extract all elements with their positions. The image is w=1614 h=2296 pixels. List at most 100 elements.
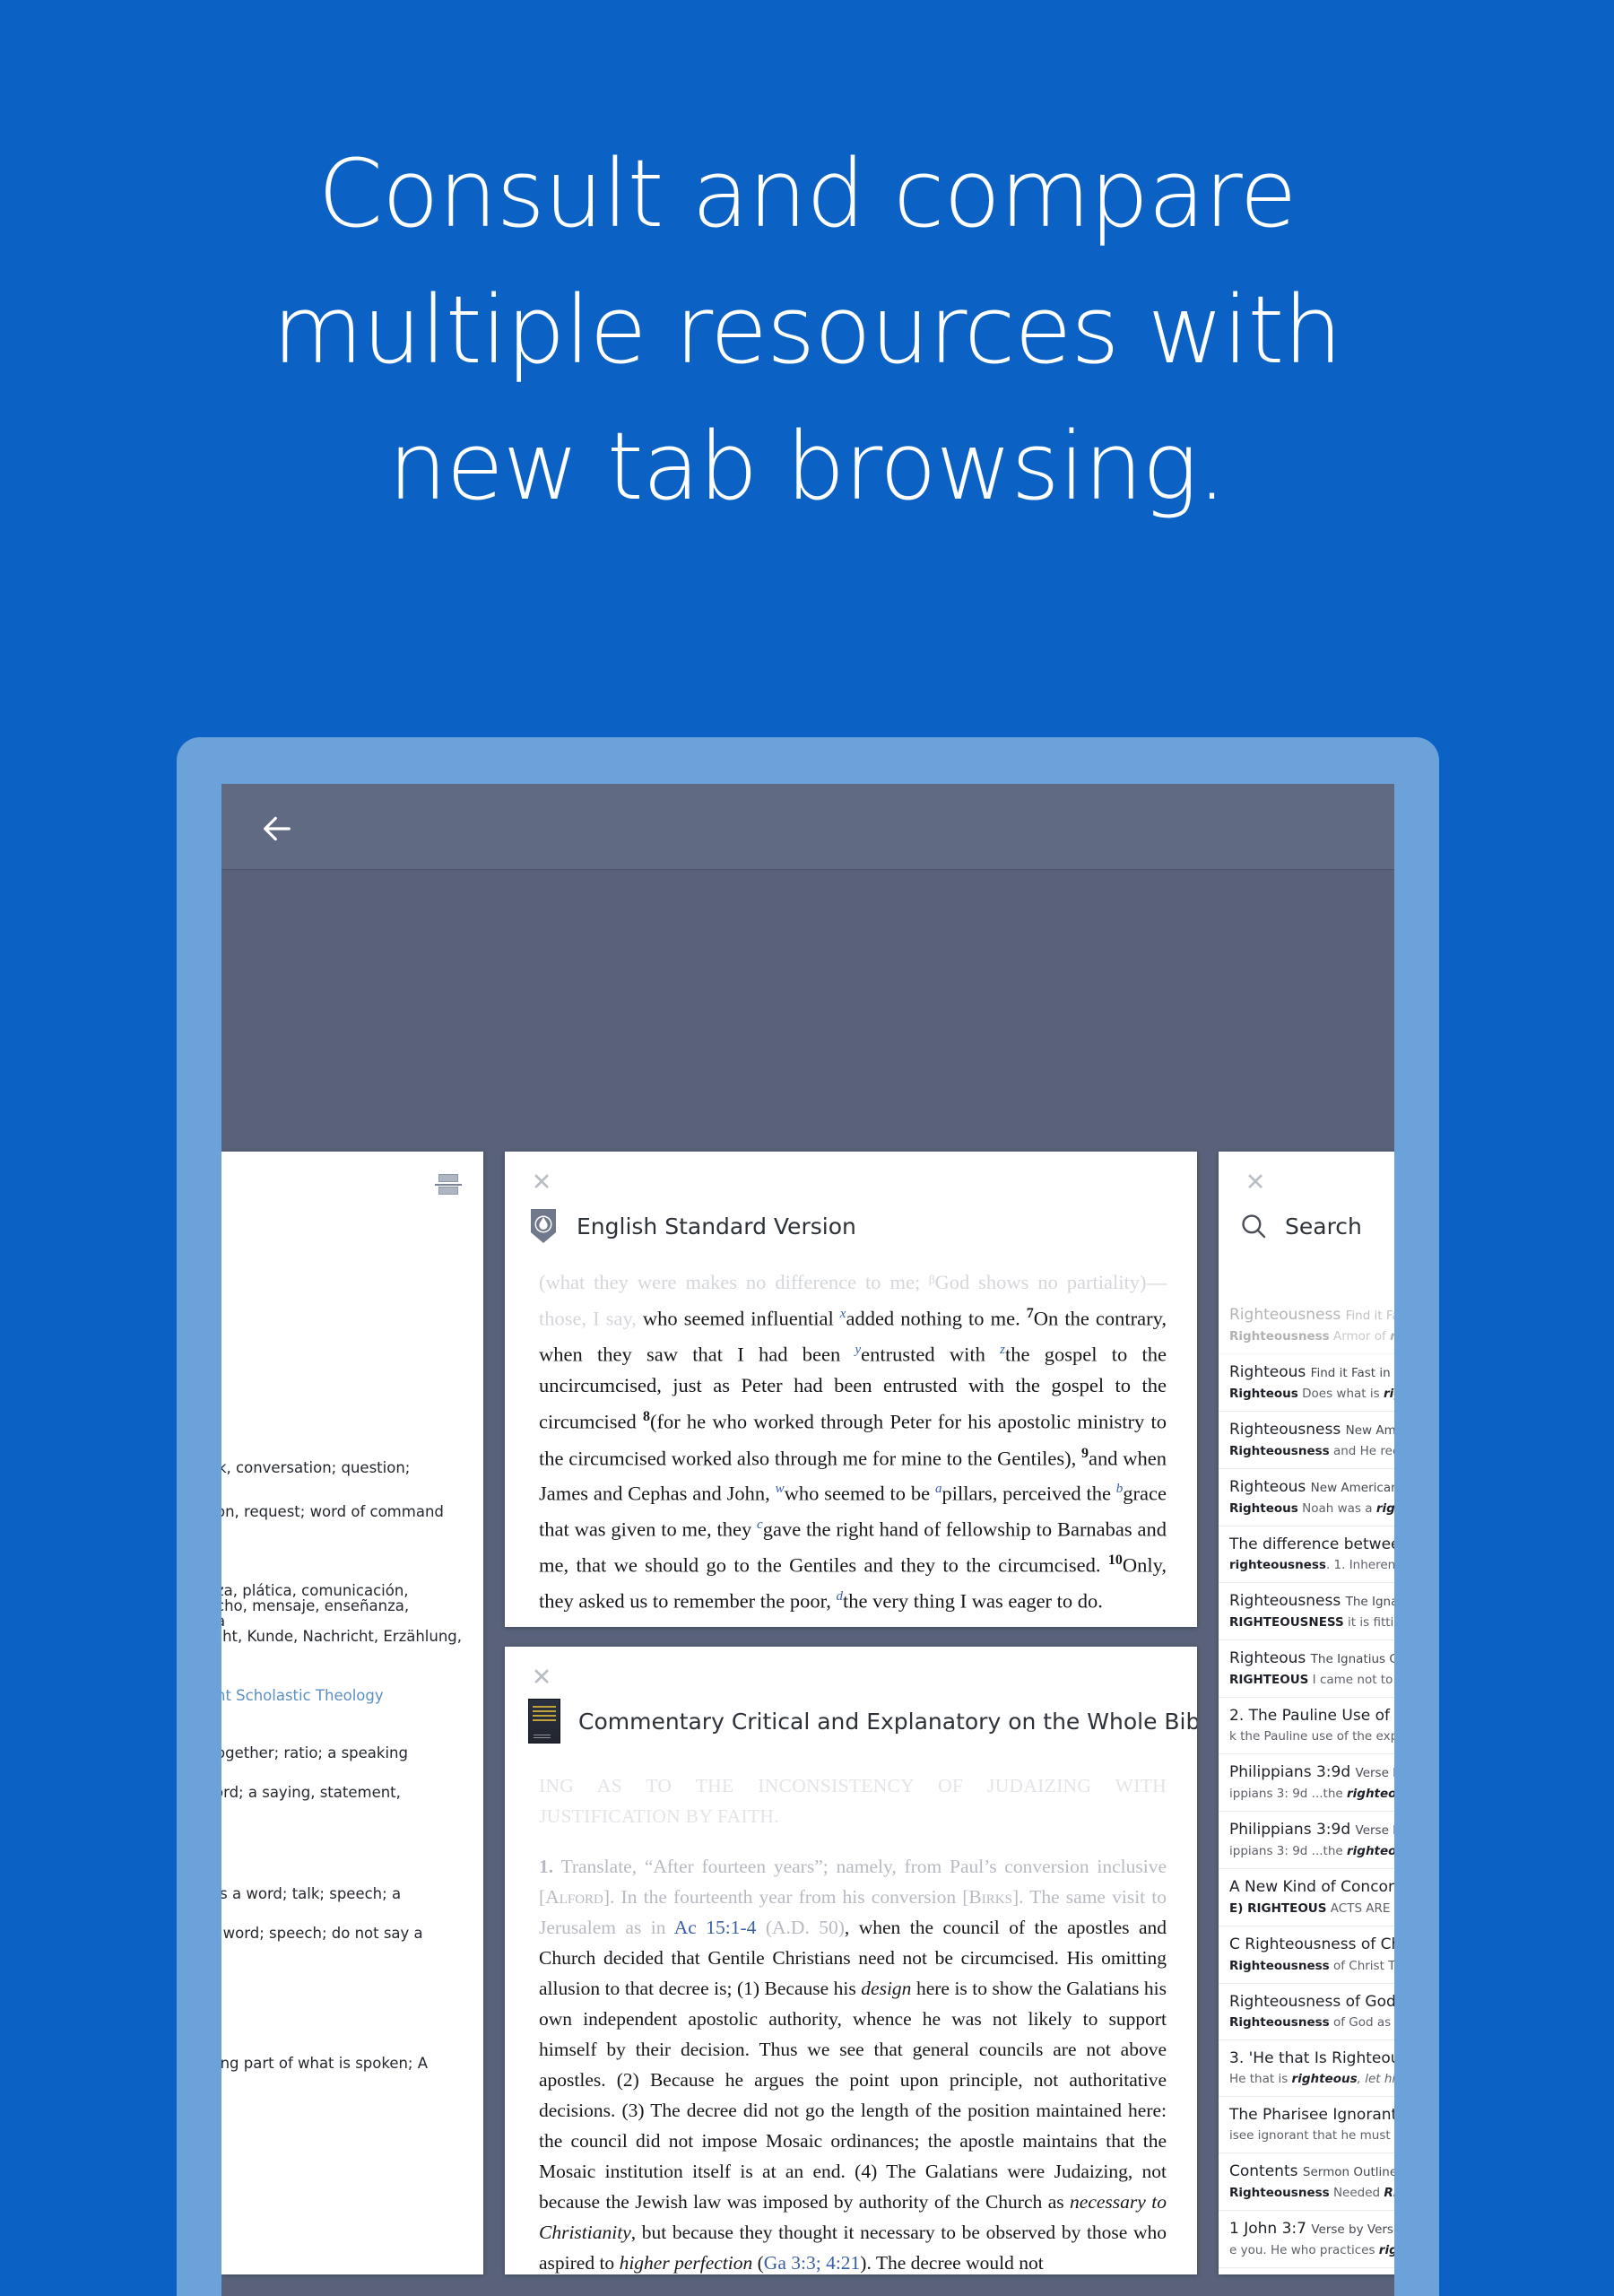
search-result-title: A New Kind of Concordance Find bbox=[1229, 1878, 1394, 1896]
search-result-item[interactable]: The difference between inherent righteous… bbox=[1219, 1526, 1394, 1583]
lexicon-line: cho, mensaje, enseñanza, bbox=[221, 1597, 410, 1614]
search-icon bbox=[1238, 1211, 1269, 1241]
footnote-marker[interactable]: w bbox=[776, 1482, 785, 1496]
faded-text: (what they were makes no difference to m… bbox=[539, 1271, 1167, 1330]
search-result-title: 3. 'He that Is Righteous, Let Him bbox=[1229, 2049, 1394, 2067]
lexicon-line: on, request; word of command bbox=[221, 1503, 444, 1520]
lexicon-line: es a word; talk; speech; a bbox=[221, 1885, 402, 1902]
search-result-item[interactable]: 2. The Pauline Use of the Expres k the Pa… bbox=[1219, 1698, 1394, 1754]
search-result-source: Verse by Verse throu bbox=[1355, 1823, 1394, 1838]
footnote-marker[interactable]: b bbox=[1116, 1482, 1124, 1496]
search-result-source: Verse by Verse bbox=[1355, 1766, 1394, 1780]
tab-workspace: k, conversation; question; on, request; w… bbox=[221, 871, 1394, 2296]
search-result-title: Righteous The Ignatius Catholic Study bbox=[1229, 1648, 1394, 1669]
search-result-item[interactable]: Righteousness The Ignatius Catholic RIGHT… bbox=[1219, 1583, 1394, 1640]
search-result-snippet: Righteousness Armor of righteousnes bbox=[1229, 1329, 1394, 1344]
search-result-title: Righteousness New American Stand bbox=[1229, 1420, 1394, 1440]
commentary-book-icon bbox=[528, 1699, 560, 1744]
search-result-item[interactable]: The Pharisee Ignorant that He M isee igno… bbox=[1219, 2097, 1394, 2153]
search-card[interactable]: ✕ Search Righteousness Find it Fast in t… bbox=[1219, 1152, 1394, 2274]
search-result-snippet: RIGHTEOUS I came not to call the righ bbox=[1229, 1673, 1394, 1687]
search-result-item[interactable]: Righteous New American Standard Up Righte… bbox=[1219, 1469, 1394, 1526]
search-result-title: Righteousness The Ignatius Catholic bbox=[1229, 1591, 1394, 1612]
footnote-marker[interactable]: a bbox=[935, 1482, 942, 1496]
search-result-title: Philippians 3:9d Verse by Verse bbox=[1229, 1762, 1394, 1783]
search-result-snippet: Righteous Does what is righteous God bbox=[1229, 1387, 1394, 1401]
lexicon-body: k, conversation; question; on, request; w… bbox=[221, 1152, 483, 2274]
search-result-source: Sermon Outlines on the Epist bbox=[1302, 2165, 1394, 2179]
search-result-item[interactable]: Philippians 3:9d Verse by Verse throu ipp… bbox=[1219, 1812, 1394, 1869]
esv-card[interactable]: ✕ English Standard Version (what they we… bbox=[505, 1152, 1197, 1627]
commentary-card-title: Commentary Critical and Explanatory on t… bbox=[578, 1708, 1197, 1735]
search-result-item[interactable]: Righteousness Find it Fast in the Bible R… bbox=[1219, 1297, 1394, 1354]
lexicon-line: nt Scholastic Theology bbox=[221, 1687, 384, 1704]
lexicon-line: k, conversation; question; bbox=[221, 1459, 411, 1476]
search-result-snippet: Righteousness of Christ The righteous bbox=[1229, 1959, 1394, 1973]
search-result-snippet: Righteousness Needed Righteousness bbox=[1229, 2186, 1394, 2200]
search-result-snippet: RIGHTEOUSNESS it is fitting for us to f bbox=[1229, 1615, 1394, 1630]
search-result-item[interactable]: Philippians 3:9d Verse by Verse ippians 3… bbox=[1219, 1754, 1394, 1812]
search-result-item[interactable]: Contents Sermon Outlines on the Epist Rig… bbox=[1219, 2153, 1394, 2211]
headline-line-1: Consult and compare bbox=[317, 139, 1297, 248]
lexicon-line: ord; a saying, statement, bbox=[221, 1784, 401, 1801]
search-label: Search bbox=[1285, 1213, 1362, 1239]
search-result-item[interactable]: Righteousness of God as The A Righteousne… bbox=[1219, 1984, 1394, 2040]
search-result-title: 2. The Pauline Use of the Expres bbox=[1229, 1707, 1394, 1725]
footnote-marker[interactable]: x bbox=[840, 1307, 846, 1321]
ghost-heading: ING AS TO THE INCONSISTENCY OF JUDAIZING… bbox=[539, 1775, 1167, 1827]
esv-card-header: English Standard Version bbox=[505, 1198, 1197, 1254]
tablet-device-frame: k, conversation; question; on, request; w… bbox=[177, 737, 1439, 2296]
search-result-item[interactable]: 1 John 3:7 Verse by Verse through the e y… bbox=[1219, 2211, 1394, 2268]
search-result-item[interactable]: 1 John 3:7 Verse by Versee you. He who p… bbox=[1219, 2268, 1394, 2274]
lexicon-line: ing part of what is spoken; A bbox=[221, 2055, 429, 2072]
verse-number: 7 bbox=[1026, 1306, 1034, 1321]
back-button[interactable] bbox=[256, 807, 299, 850]
search-result-snippet: Righteousness and He reckoned it to h bbox=[1229, 1444, 1394, 1458]
close-icon[interactable]: ✕ bbox=[1242, 1170, 1269, 1196]
scripture-reference-link[interactable]: Ac 15:1-4 bbox=[674, 1917, 757, 1938]
search-result-snippet: ippians 3: 9d ...the righteousness whic bbox=[1229, 1787, 1394, 1801]
close-icon[interactable]: ✕ bbox=[528, 1170, 555, 1196]
search-result-item[interactable]: 3. 'He that Is Righteous, Let Him He that… bbox=[1219, 2040, 1394, 2097]
search-result-snippet: Righteousness of God as The Act by W bbox=[1229, 2015, 1394, 2030]
search-card-header[interactable]: Search bbox=[1219, 1198, 1394, 1254]
search-result-source: New American Stand bbox=[1345, 1423, 1394, 1438]
search-result-source: Find it Fast in the Bible bbox=[1345, 1309, 1394, 1323]
search-result-item[interactable]: Righteous Find it Fast in the Bible Right… bbox=[1219, 1354, 1394, 1412]
verse-number: 8 bbox=[642, 1409, 650, 1424]
search-result-title: Philippians 3:9d Verse by Verse throu bbox=[1229, 1820, 1394, 1840]
esv-scripture-text: (what they were makes no difference to m… bbox=[539, 1271, 1167, 1612]
search-result-item[interactable]: A New Kind of Concordance Find E) RIGHTEO… bbox=[1219, 1869, 1394, 1926]
footnote-marker[interactable]: d bbox=[837, 1589, 844, 1604]
scripture-reference-link[interactable]: Ga 3:3; 4:21 bbox=[764, 2252, 861, 2274]
search-result-title: The Pharisee Ignorant that He M bbox=[1229, 2106, 1394, 2124]
commentary-card-header: Commentary Critical and Explanatory on t… bbox=[505, 1693, 1197, 1749]
tablet-screen: k, conversation; question; on, request; w… bbox=[221, 784, 1394, 2296]
search-result-item[interactable]: Righteous The Ignatius Catholic Study RIG… bbox=[1219, 1640, 1394, 1698]
search-result-item[interactable]: Righteousness New American Stand Righteou… bbox=[1219, 1412, 1394, 1469]
close-icon[interactable]: ✕ bbox=[528, 1665, 555, 1692]
footnote-marker[interactable]: c bbox=[757, 1518, 763, 1532]
footnote-marker[interactable]: z bbox=[1000, 1343, 1005, 1357]
lexicon-card[interactable]: k, conversation; question; on, request; w… bbox=[221, 1152, 483, 2274]
commentary-card[interactable]: ✕ Commentary Critical and Explanatory on… bbox=[505, 1647, 1197, 2274]
search-result-source: The Ignatius Catholic bbox=[1345, 1595, 1394, 1609]
headline-line-3: new tab browsing. bbox=[387, 412, 1227, 521]
lexicon-line: ogether; ratio; a speaking bbox=[221, 1744, 408, 1761]
search-result-title: C Righteousness of Christ Collins bbox=[1229, 1935, 1394, 1953]
search-result-title: The difference between inherent bbox=[1229, 1535, 1394, 1553]
commentary-text: ING AS TO THE INCONSISTENCY OF JUDAIZING… bbox=[539, 1770, 1167, 2274]
search-result-snippet: isee ignorant that he must be righteous bbox=[1229, 2128, 1394, 2143]
search-result-snippet: e you. He who practices righteousness bbox=[1229, 2243, 1394, 2257]
search-result-title: Righteous Find it Fast in the Bible bbox=[1229, 1362, 1394, 1383]
search-results-list[interactable]: Righteousness Find it Fast in the Bible R… bbox=[1219, 1297, 1394, 2274]
search-result-title: Righteousness of God as The A bbox=[1229, 1993, 1394, 2011]
arrow-left-icon bbox=[259, 811, 295, 847]
search-result-source: New American Standard Up bbox=[1310, 1481, 1394, 1495]
search-result-snippet: He that is righteous, let him be righteo… bbox=[1229, 2072, 1394, 2086]
footnote-marker[interactable]: y bbox=[855, 1343, 861, 1357]
search-result-title: Righteous New American Standard Up bbox=[1229, 1477, 1394, 1498]
search-result-source: Find it Fast in the Bible bbox=[1310, 1366, 1394, 1380]
search-result-item[interactable]: C Righteousness of Christ Collins Righteo… bbox=[1219, 1926, 1394, 1984]
lexicon-line: ) word; speech; do not say a bbox=[221, 1925, 423, 1942]
